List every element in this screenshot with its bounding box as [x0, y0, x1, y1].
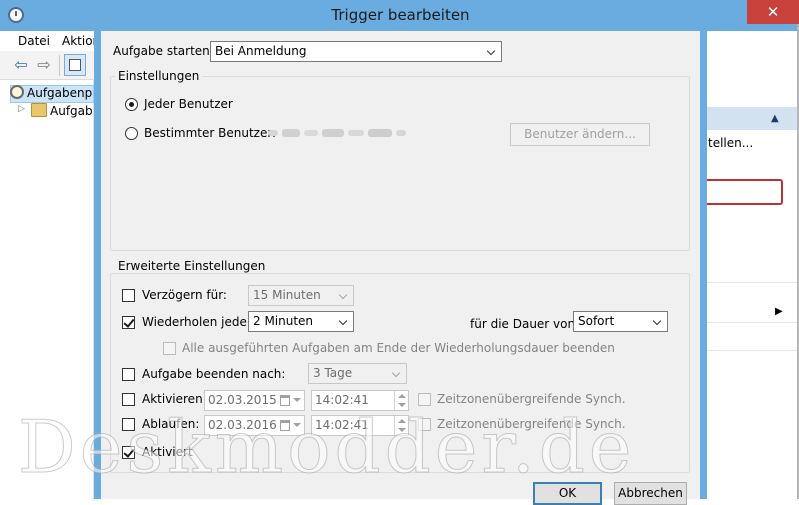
specific-user-label: Bestimmter Benutzer: — [144, 126, 277, 140]
activate-label: Aktivieren: — [142, 392, 207, 406]
any-user-radio[interactable] — [125, 98, 138, 111]
chevron-down-icon — [293, 398, 301, 402]
activate-sync-checkbox[interactable] — [418, 393, 431, 406]
tree-expand-icon[interactable]: ▷ — [18, 104, 25, 114]
stop-after-value: 3 Tage — [313, 366, 353, 380]
submenu-arrow-icon[interactable]: ▶ — [775, 306, 783, 317]
back-arrow-icon[interactable]: ⇦ — [12, 57, 30, 73]
chevron-down-icon — [293, 423, 301, 427]
forward-arrow-icon[interactable]: ⇨ — [35, 57, 53, 73]
time-spinner[interactable] — [394, 416, 408, 435]
chevron-down-icon — [389, 364, 406, 383]
actions-divider — [707, 350, 799, 351]
activate-time-value: 14:02:41 — [315, 393, 369, 407]
change-user-button[interactable]: Benutzer ändern... — [510, 123, 650, 146]
advanced-group-title: Erweiterte Einstellungen — [115, 259, 269, 273]
time-spinner[interactable] — [394, 391, 408, 410]
background-navigation-tree — [0, 80, 94, 499]
any-user-label: Jeder Benutzer — [144, 97, 233, 111]
repeat-checkbox[interactable] — [122, 316, 135, 329]
chevron-down-icon — [484, 42, 501, 61]
clock-icon — [10, 85, 24, 99]
spin-up-icon[interactable] — [398, 394, 406, 398]
settings-group-title: Einstellungen — [115, 69, 203, 83]
dialog-title: Trigger bearbeiten — [331, 6, 470, 24]
specific-user-radio[interactable] — [125, 127, 138, 140]
spin-down-icon[interactable] — [398, 403, 406, 407]
expire-checkbox[interactable] — [122, 418, 135, 431]
repeat-interval-value: 2 Minuten — [253, 314, 314, 328]
collapse-chevron-icon[interactable]: ▲ — [771, 113, 779, 124]
expire-time-field[interactable]: 14:02:41 — [311, 415, 409, 436]
activate-date-field[interactable]: 02.03.2015 — [204, 390, 305, 411]
duration-value: Sofort — [578, 314, 615, 328]
expire-sync-label: Zeitzonenübergreifende Synch. — [437, 417, 626, 431]
stop-all-label: Alle ausgeführten Aufgaben am Ende der W… — [182, 341, 615, 355]
spin-up-icon[interactable] — [398, 419, 406, 423]
expire-time-value: 14:02:41 — [315, 418, 369, 432]
highlight-frame — [700, 179, 783, 205]
stop-after-label: Aufgabe beenden nach: — [142, 367, 286, 381]
folder-clock-icon — [31, 103, 47, 117]
task-scheduler-clock-icon — [8, 7, 24, 23]
tree-item-task-scheduler[interactable]: Aufgabenp — [10, 84, 92, 102]
activate-date-value: 02.03.2015 — [208, 393, 277, 407]
chevron-down-icon — [336, 286, 353, 305]
stop-all-checkbox[interactable] — [163, 342, 176, 355]
activate-checkbox[interactable] — [122, 393, 135, 406]
toolbar-divider — [59, 55, 60, 76]
enabled-label: Aktiviert — [142, 445, 193, 459]
show-hide-tree-button[interactable] — [64, 54, 86, 76]
stop-after-checkbox[interactable] — [122, 368, 135, 381]
blurred-user-name — [268, 129, 406, 137]
action-create-task[interactable]: tellen... — [708, 136, 753, 150]
stop-after-select[interactable]: 3 Tage — [308, 363, 407, 384]
dialog-close-icon[interactable]: ✕ — [747, 0, 799, 24]
tree-item-label: Aufgabenp — [27, 86, 93, 100]
console-tree-icon — [69, 59, 81, 71]
delay-checkbox[interactable] — [122, 289, 135, 302]
actions-divider — [707, 322, 799, 323]
enabled-checkbox[interactable] — [122, 446, 135, 459]
actions-divider — [707, 282, 799, 283]
tree-item-library[interactable]: Aufgab — [31, 102, 93, 120]
expire-sync-checkbox[interactable] — [418, 418, 431, 431]
actions-pane — [707, 31, 799, 499]
expire-label: Ablaufen: — [142, 417, 200, 431]
actions-pane-header[interactable] — [707, 107, 799, 130]
cancel-button[interactable]: Abbrechen — [614, 482, 687, 505]
chevron-down-icon — [336, 312, 353, 331]
menu-file[interactable]: Datei — [18, 34, 50, 48]
spin-down-icon[interactable] — [398, 428, 406, 432]
start-task-label: Aufgabe starten: — [113, 44, 214, 58]
delay-select[interactable]: 15 Minuten — [248, 285, 354, 306]
delay-label: Verzögern für: — [142, 288, 227, 302]
calendar-icon — [280, 420, 290, 431]
expire-date-field[interactable]: 02.03.2016 — [204, 415, 305, 436]
activate-sync-label: Zeitzonenübergreifende Synch. — [437, 392, 626, 406]
start-task-value: Bei Anmeldung — [215, 44, 307, 58]
delay-value: 15 Minuten — [253, 288, 321, 302]
start-task-select[interactable]: Bei Anmeldung — [210, 41, 502, 62]
duration-select[interactable]: Sofort — [573, 311, 668, 332]
calendar-icon — [280, 395, 290, 406]
repeat-label: Wiederholen jede: — [142, 315, 251, 329]
chevron-down-icon — [650, 312, 667, 331]
duration-label: für die Dauer von: — [470, 317, 580, 331]
activate-time-field[interactable]: 14:02:41 — [311, 390, 409, 411]
repeat-interval-select[interactable]: 2 Minuten — [248, 311, 354, 332]
expire-date-value: 02.03.2016 — [208, 418, 277, 432]
tree-item-label: Aufgab — [50, 104, 93, 118]
ok-button[interactable]: OK — [533, 482, 602, 505]
